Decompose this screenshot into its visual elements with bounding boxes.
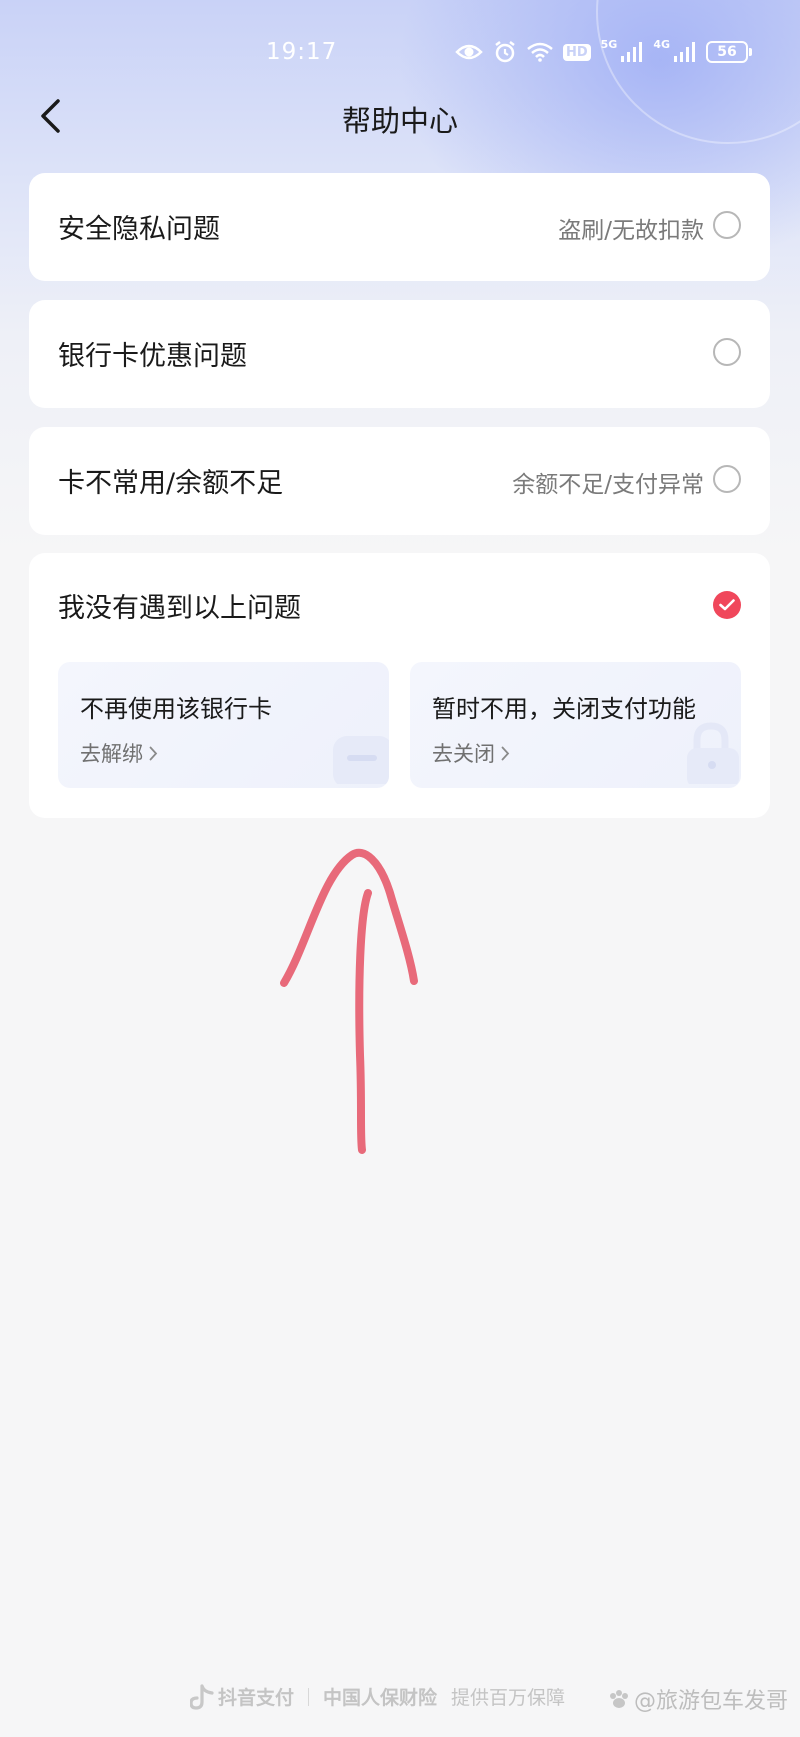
hd-badge: HD (562, 43, 591, 61)
option-hint: 盗刷/无故扣款 (558, 218, 704, 244)
watermark: @旅游包车发哥 (608, 1683, 788, 1715)
signal-icon (674, 42, 696, 62)
option-card-unused-balance[interactable]: 卡不常用/余额不足 余额不足/支付异常 (29, 427, 770, 535)
check-icon (719, 599, 735, 611)
payment-brand: 抖音支付 (190, 1683, 294, 1710)
handwritten-arrow-annotation (280, 848, 418, 1154)
brand-name: 抖音支付 (218, 1687, 295, 1709)
unbind-card-option[interactable]: 不再使用该银行卡 去解绑 (58, 662, 389, 788)
chevron-right-icon (149, 746, 158, 760)
chevron-right-icon (501, 746, 510, 760)
sub-option-action: 去解绑 (80, 742, 143, 766)
option-hint: 余额不足/支付异常 (512, 472, 704, 498)
option-label: 我没有遇到以上问题 (58, 593, 301, 624)
alarm-icon (493, 40, 517, 64)
status-icons: HD 5G 4G 56 (455, 37, 752, 64)
music-note-logo-icon (190, 1683, 214, 1710)
battery-icon: 56 (706, 41, 752, 63)
partner-name: 中国人保财险 (323, 1687, 438, 1709)
signal-icon (621, 42, 643, 62)
radio-button-checked[interactable] (713, 591, 741, 619)
option-label: 卡不常用/余额不足 (58, 468, 284, 499)
network-label-2: 4G (653, 37, 670, 51)
card-decoration-icon (327, 728, 389, 788)
wifi-icon (527, 42, 553, 62)
status-time: 19:17 (266, 39, 338, 65)
footer-branding: 抖音支付 中国人保财险 提供百万保障 (190, 1683, 565, 1710)
unbind-link[interactable]: 去解绑 (80, 738, 158, 768)
radio-button[interactable] (713, 211, 741, 239)
paw-icon (609, 1690, 628, 1708)
status-bar: 19:17 HD 5G 4G 56 (0, 30, 800, 78)
option-security-privacy[interactable]: 安全隐私问题 盗刷/无故扣款 (29, 173, 770, 281)
radio-button[interactable] (713, 338, 741, 366)
radio-button[interactable] (713, 465, 741, 493)
option-bank-card-discount[interactable]: 银行卡优惠问题 (29, 300, 770, 408)
footer-divider (308, 1687, 310, 1706)
option-label: 安全隐私问题 (58, 214, 220, 245)
lock-decoration-icon (681, 720, 741, 788)
page-header: 帮助中心 (0, 80, 800, 156)
eye-icon (455, 42, 483, 62)
sub-option-action: 去关闭 (432, 742, 495, 766)
footer-tagline: 提供百万保障 (451, 1687, 566, 1709)
sub-option-title: 暂时不用，关闭支付功能 (432, 695, 696, 723)
watermark-text: @旅游包车发哥 (633, 1689, 788, 1714)
option-label: 银行卡优惠问题 (58, 341, 247, 372)
page-title: 帮助中心 (341, 104, 458, 138)
close-payment-option[interactable]: 暂时不用，关闭支付功能 去关闭 (410, 662, 741, 788)
sub-option-title: 不再使用该银行卡 (80, 695, 272, 723)
close-link[interactable]: 去关闭 (432, 738, 510, 768)
option-none-of-above[interactable]: 我没有遇到以上问题 不再使用该银行卡 去解绑 暂时不用，关闭支付功能 去关闭 (29, 553, 770, 818)
network-label-1: 5G (600, 37, 618, 51)
